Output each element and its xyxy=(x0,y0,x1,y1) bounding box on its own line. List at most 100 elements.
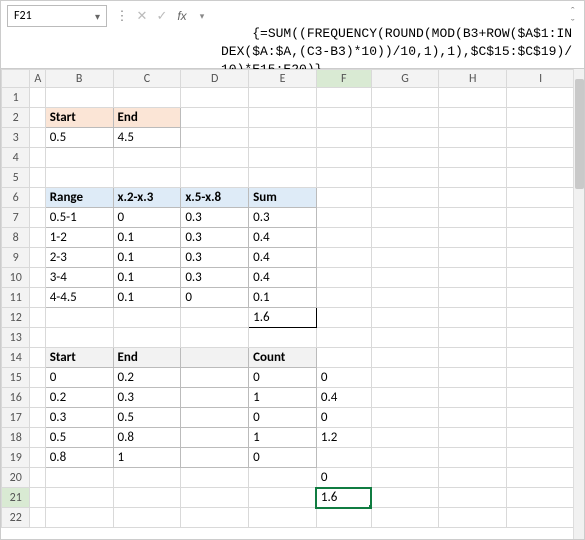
cell[interactable]: Range xyxy=(45,188,113,208)
row-header[interactable]: 3 xyxy=(2,128,30,148)
cell[interactable] xyxy=(181,388,249,408)
row-header[interactable]: 18 xyxy=(2,428,30,448)
col-header-h[interactable]: H xyxy=(439,70,507,88)
cell[interactable]: Start xyxy=(45,108,113,128)
cell[interactable]: 0.5 xyxy=(113,408,181,428)
scrollbar-thumb[interactable] xyxy=(575,79,584,189)
cell[interactable]: x.5-x.8 xyxy=(181,188,249,208)
cell[interactable]: 0.4 xyxy=(316,388,371,408)
cell[interactable]: 0.8 xyxy=(45,448,113,468)
col-header-c[interactable]: C xyxy=(113,70,181,88)
cell[interactable]: 0.1 xyxy=(113,268,181,288)
row-header[interactable]: 1 xyxy=(2,88,30,108)
cell[interactable] xyxy=(181,428,249,448)
cell[interactable] xyxy=(181,348,249,368)
cell[interactable]: 0.2 xyxy=(113,368,181,388)
row-header[interactable]: 17 xyxy=(2,408,30,428)
cell[interactable]: 1-2 xyxy=(45,228,113,248)
cell[interactable]: 0 xyxy=(113,208,181,228)
row-header[interactable]: 15 xyxy=(2,368,30,388)
row-header[interactable]: 6 xyxy=(2,188,30,208)
cell[interactable]: 3-4 xyxy=(45,268,113,288)
cancel-icon[interactable]: ✕ xyxy=(135,9,149,24)
col-header-i[interactable]: I xyxy=(507,70,573,88)
cell[interactable]: x.2-x.3 xyxy=(113,188,181,208)
row-header[interactable]: 13 xyxy=(2,328,30,348)
cell[interactable]: 0 xyxy=(316,368,371,388)
col-header-d[interactable]: D xyxy=(181,70,249,88)
cell[interactable]: End xyxy=(113,108,181,128)
row-header[interactable]: 21 xyxy=(2,488,30,508)
cell[interactable]: 0.4 xyxy=(249,248,317,268)
cell[interactable]: Count xyxy=(249,348,317,368)
cell[interactable]: Sum xyxy=(249,188,317,208)
cell[interactable]: 0 xyxy=(249,448,317,468)
row-header[interactable]: 22 xyxy=(2,508,30,528)
row-header[interactable]: 9 xyxy=(2,248,30,268)
row-header[interactable]: 19 xyxy=(2,448,30,468)
row-header[interactable]: 12 xyxy=(2,308,30,328)
cell[interactable]: 1.6 xyxy=(249,308,317,328)
cell[interactable]: 0 xyxy=(316,408,371,428)
cell[interactable]: 0.3 xyxy=(181,228,249,248)
cell[interactable]: 0.5 xyxy=(45,428,113,448)
cell[interactable]: 1.2 xyxy=(316,428,371,448)
cell[interactable]: 0 xyxy=(181,288,249,308)
vertical-scrollbar[interactable] xyxy=(573,69,584,539)
cell[interactable] xyxy=(181,448,249,468)
cell[interactable]: 0.1 xyxy=(249,288,317,308)
cell[interactable]: 1 xyxy=(249,388,317,408)
cell[interactable]: 0.1 xyxy=(113,228,181,248)
cell[interactable]: 0.3 xyxy=(181,268,249,288)
cell[interactable]: 0.4 xyxy=(249,268,317,288)
cell[interactable]: 0 xyxy=(316,468,371,488)
cell[interactable]: 4-4.5 xyxy=(45,288,113,308)
row-header[interactable]: 20 xyxy=(2,468,30,488)
cell[interactable]: 1 xyxy=(113,448,181,468)
row-header[interactable]: 14 xyxy=(2,348,30,368)
active-cell[interactable]: 1.6 xyxy=(316,488,371,508)
enter-icon[interactable]: ✓ xyxy=(155,9,169,24)
cell[interactable]: End xyxy=(113,348,181,368)
chevron-down-icon[interactable]: ▾ xyxy=(95,10,100,23)
cell[interactable]: Start xyxy=(45,348,113,368)
cell[interactable]: 0.4 xyxy=(249,228,317,248)
cell[interactable]: 0 xyxy=(249,408,317,428)
cell[interactable]: 0.3 xyxy=(113,388,181,408)
cell[interactable] xyxy=(316,448,371,468)
col-header-b[interactable]: B xyxy=(45,70,113,88)
col-header-g[interactable]: G xyxy=(371,70,439,88)
cell[interactable]: 0.3 xyxy=(45,408,113,428)
fx-icon[interactable]: fx xyxy=(175,9,189,23)
chevron-down-icon[interactable]: ▾ xyxy=(195,11,209,22)
row-header[interactable]: 10 xyxy=(2,268,30,288)
cell[interactable]: 2-3 xyxy=(45,248,113,268)
cell[interactable]: 0.1 xyxy=(113,248,181,268)
col-header-e[interactable]: E xyxy=(249,70,317,88)
cell[interactable]: 0.2 xyxy=(45,388,113,408)
cell[interactable]: 0.5 xyxy=(45,128,113,148)
cell[interactable]: 1 xyxy=(249,428,317,448)
row-header[interactable]: 2 xyxy=(2,108,30,128)
row-header[interactable]: 16 xyxy=(2,388,30,408)
select-all[interactable] xyxy=(2,70,30,88)
cell[interactable]: 0.3 xyxy=(249,208,317,228)
row-header[interactable]: 7 xyxy=(2,208,30,228)
cell[interactable]: 0 xyxy=(249,368,317,388)
row-header[interactable]: 8 xyxy=(2,228,30,248)
cell[interactable]: 0 xyxy=(45,368,113,388)
expand-icon[interactable]: ˆˇ xyxy=(569,7,576,31)
cell[interactable]: 0.3 xyxy=(181,248,249,268)
cell[interactable]: 0.5-1 xyxy=(45,208,113,228)
col-header-f[interactable]: F xyxy=(316,70,371,88)
cell[interactable] xyxy=(181,408,249,428)
cell[interactable]: 4.5 xyxy=(113,128,181,148)
row-header[interactable]: 4 xyxy=(2,148,30,168)
cell[interactable] xyxy=(181,368,249,388)
name-box[interactable]: F21 ▾ xyxy=(7,5,107,27)
row-header[interactable]: 11 xyxy=(2,288,30,308)
cell[interactable]: 0.8 xyxy=(113,428,181,448)
cell[interactable]: 0.3 xyxy=(181,208,249,228)
more-icon[interactable]: ⋮ xyxy=(115,9,129,24)
row-header[interactable]: 5 xyxy=(2,168,30,188)
